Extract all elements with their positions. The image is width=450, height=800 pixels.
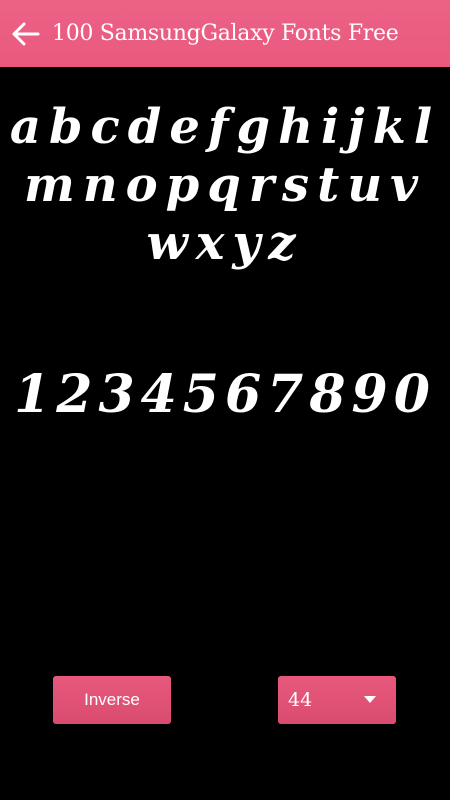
triangle-down-icon	[364, 696, 376, 704]
font-size-value: 44	[288, 689, 313, 711]
arrow-left-icon	[12, 22, 40, 45]
font-preview-digits: 1234567890	[14, 364, 436, 425]
page-title: 100 SamsungGalaxy Fonts Free	[52, 21, 399, 46]
font-preview-letters: abcdefghijklmnopqrstuvwxyz	[9, 99, 441, 271]
app-bar: 100 SamsungGalaxy Fonts Free	[0, 0, 450, 67]
back-button[interactable]	[4, 12, 48, 56]
font-size-dropdown[interactable]: 44	[278, 676, 396, 724]
inverse-button[interactable]: Inverse	[53, 676, 171, 724]
app-screen: 100 SamsungGalaxy Fonts Free abcdefghijk…	[0, 0, 450, 800]
